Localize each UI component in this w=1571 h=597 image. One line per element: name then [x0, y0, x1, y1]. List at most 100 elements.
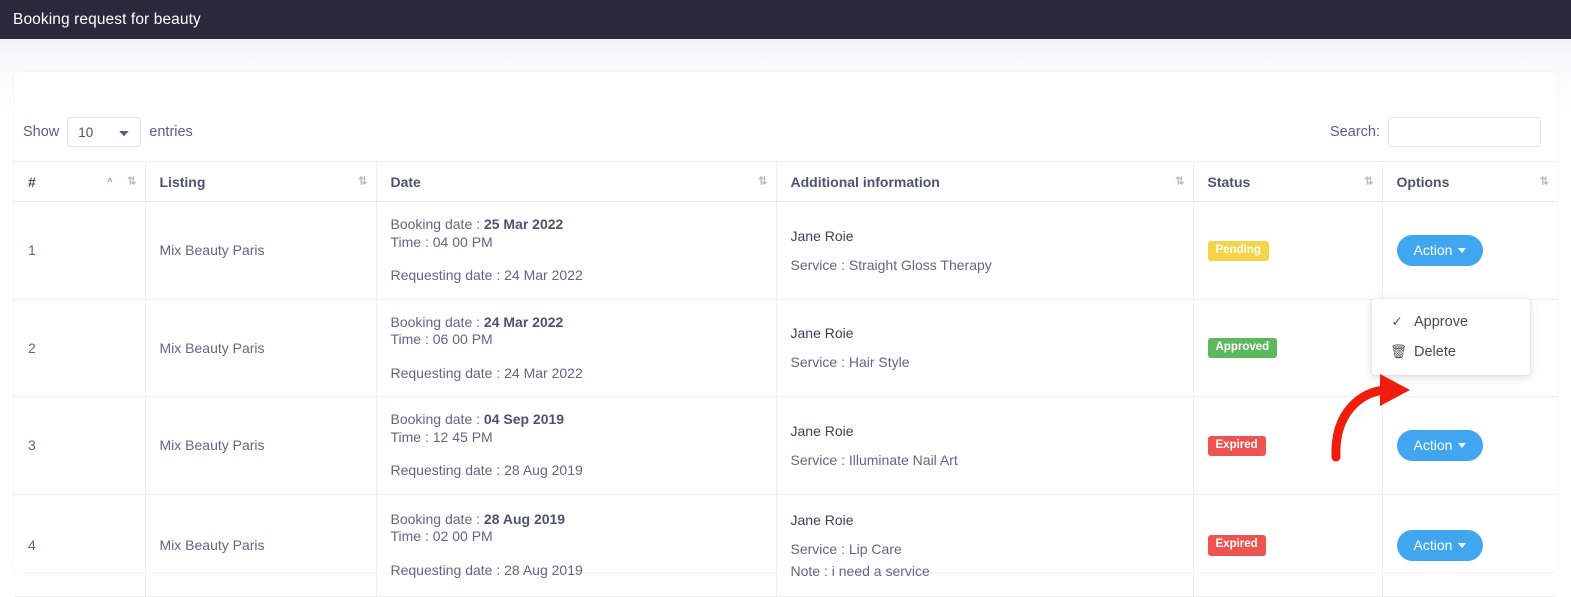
- column-header-num[interactable]: # ^ ⇅: [14, 161, 146, 202]
- cell-row-number: 1: [14, 201, 146, 300]
- cell-additional-information: Jane Roie Service : Illuminate Nail Art: [776, 396, 1194, 495]
- time-value: 12 45 PM: [432, 428, 493, 445]
- note-line: Note : i need a service: [790, 562, 930, 579]
- cell-status: Pending: [1193, 201, 1383, 300]
- booking-date-value: 28 Aug 2019: [483, 510, 566, 527]
- search-input[interactable]: [1388, 117, 1541, 147]
- dropdown-item-label: Delete: [1414, 344, 1456, 360]
- dropdown-item-approve[interactable]: ✓ Approve: [1372, 307, 1530, 337]
- cell-date: Booking date : 24 Mar 2022 Time : 06 00 P…: [376, 299, 777, 397]
- cell-row-number: 4: [14, 494, 146, 597]
- dropdown-item-delete[interactable]: 🗑 Delete: [1372, 337, 1530, 367]
- chevron-down-icon: [1458, 247, 1467, 253]
- customer-name: Jane Roie: [790, 511, 854, 528]
- cell-listing: Mix Beauty Paris: [145, 396, 377, 495]
- requesting-date-line: Requesting date : 24 Mar 2022: [390, 267, 583, 283]
- requesting-date-value: 24 Mar 2022: [504, 364, 583, 381]
- action-button[interactable]: Action: [1396, 429, 1484, 461]
- cell-row-number: 2: [14, 299, 146, 397]
- chevron-down-icon: [1458, 542, 1467, 548]
- search-label: Search:: [1330, 124, 1380, 140]
- sort-icon: ⇅: [358, 175, 367, 187]
- cell-listing: Mix Beauty Paris: [145, 201, 377, 300]
- sort-icon: ⇅: [1175, 175, 1184, 187]
- column-header-additional-information[interactable]: Additional information ⇅: [776, 161, 1194, 202]
- customer-name: Jane Roie: [790, 422, 854, 439]
- status-badge: Approved: [1207, 338, 1278, 359]
- service-line: Service : Lip Care: [790, 540, 902, 557]
- service-line: Service : Illuminate Nail Art: [790, 451, 958, 468]
- time-value: 06 00 PM: [432, 331, 493, 347]
- table-row: 4 Mix Beauty Paris Booking date : 28 Aug 2…: [14, 494, 1557, 597]
- cell-options: Action: [1382, 201, 1557, 300]
- column-header-listing[interactable]: Listing ⇅: [145, 161, 377, 202]
- time-line: Time : 12 45 PM: [390, 428, 493, 445]
- page-title: Booking request for beauty: [13, 10, 201, 28]
- table-head: # ^ ⇅ Listing ⇅ Date ⇅ Additional inform…: [14, 161, 1557, 202]
- requesting-date-value: 28 Aug 2019: [504, 561, 583, 578]
- time-value: 04 00 PM: [432, 233, 493, 250]
- search-control: Search:: [1330, 117, 1541, 147]
- time-line: Time : 06 00 PM: [390, 331, 493, 347]
- sort-ascending-caret-icon: ^: [107, 176, 113, 186]
- table-body: 1 Mix Beauty Paris Booking date : 25 Mar 2…: [14, 201, 1557, 597]
- action-dropdown-menu[interactable]: ✓ Approve 🗑 Delete: [1372, 299, 1530, 375]
- app-header-bar: Booking request for beauty: [0, 0, 1571, 39]
- column-header-options[interactable]: Options ⇅: [1382, 161, 1557, 202]
- requesting-date-line: Requesting date : 28 Aug 2019: [390, 462, 583, 478]
- booking-date-line: Booking date : 24 Mar 2022: [390, 313, 564, 330]
- time-line: Time : 04 00 PM: [390, 233, 493, 250]
- booking-date-line: Booking date : 25 Mar 2022: [390, 216, 564, 232]
- datatable-controls: Show 102550100 entries Search:: [14, 72, 1557, 161]
- action-button[interactable]: Action: [1396, 234, 1484, 266]
- requesting-date-value: 28 Aug 2019: [504, 462, 583, 478]
- cell-listing: Mix Beauty Paris: [145, 494, 377, 597]
- service-value: Lip Care: [848, 540, 902, 557]
- show-label: Show: [23, 124, 60, 140]
- chevron-down-icon: [1458, 442, 1467, 448]
- booking-date-line: Booking date : 28 Aug 2019: [390, 510, 566, 527]
- note-value: i need a service: [831, 562, 930, 579]
- booking-requests-table: # ^ ⇅ Listing ⇅ Date ⇅ Additional inform…: [14, 161, 1557, 597]
- service-line: Service : Straight Gloss Therapy: [790, 256, 992, 273]
- service-value: Straight Gloss Therapy: [848, 256, 992, 273]
- action-button-label: Action: [1413, 436, 1453, 453]
- action-button[interactable]: Action: [1396, 529, 1484, 561]
- cell-listing: Mix Beauty Paris: [145, 299, 377, 397]
- requesting-date-value: 24 Mar 2022: [504, 267, 583, 283]
- table-row: 2 Mix Beauty Paris Booking date : 24 Mar 2…: [14, 299, 1557, 397]
- page-length-select[interactable]: 102550100: [67, 117, 142, 147]
- check-icon: ✓: [1391, 314, 1403, 330]
- booking-date-value: 24 Mar 2022: [483, 313, 564, 330]
- column-header-status[interactable]: Status ⇅: [1193, 161, 1383, 202]
- column-header-date[interactable]: Date ⇅: [376, 161, 777, 202]
- cell-status: Expired: [1193, 494, 1383, 597]
- cell-options: Action: [1382, 494, 1557, 597]
- dropdown-item-label: Approve: [1414, 314, 1469, 330]
- service-value: Hair Style: [848, 354, 910, 371]
- cell-additional-information: Jane Roie Service : Hair Style: [776, 299, 1194, 397]
- action-button-label: Action: [1413, 241, 1453, 258]
- customer-name: Jane Roie: [790, 325, 854, 342]
- cell-status: Expired: [1193, 396, 1383, 495]
- cell-status: Approved: [1193, 299, 1383, 397]
- time-line: Time : 02 00 PM: [390, 528, 493, 545]
- sort-icon: ⇅: [127, 175, 136, 187]
- cell-date: Booking date : 25 Mar 2022 Time : 04 00 P…: [376, 201, 777, 300]
- booking-date-value: 04 Sep 2019: [483, 411, 565, 427]
- table-row: 3 Mix Beauty Paris Booking date : 04 Sep 2…: [14, 396, 1557, 495]
- trash-icon: 🗑: [1390, 344, 1408, 360]
- cell-options: Action: [1382, 396, 1557, 495]
- sort-icon: ⇅: [1539, 175, 1549, 187]
- requesting-date-line: Requesting date : 24 Mar 2022: [390, 364, 583, 381]
- cell-row-number: 3: [14, 396, 146, 495]
- cell-additional-information: Jane Roie Service : Straight Gloss Therap…: [776, 201, 1194, 300]
- requesting-date-line: Requesting date : 28 Aug 2019: [390, 561, 583, 578]
- service-line: Service : Hair Style: [790, 354, 910, 371]
- table-row: 1 Mix Beauty Paris Booking date : 25 Mar 2…: [14, 201, 1557, 300]
- datatable-card: Show 102550100 entries Search: # ^: [14, 72, 1557, 597]
